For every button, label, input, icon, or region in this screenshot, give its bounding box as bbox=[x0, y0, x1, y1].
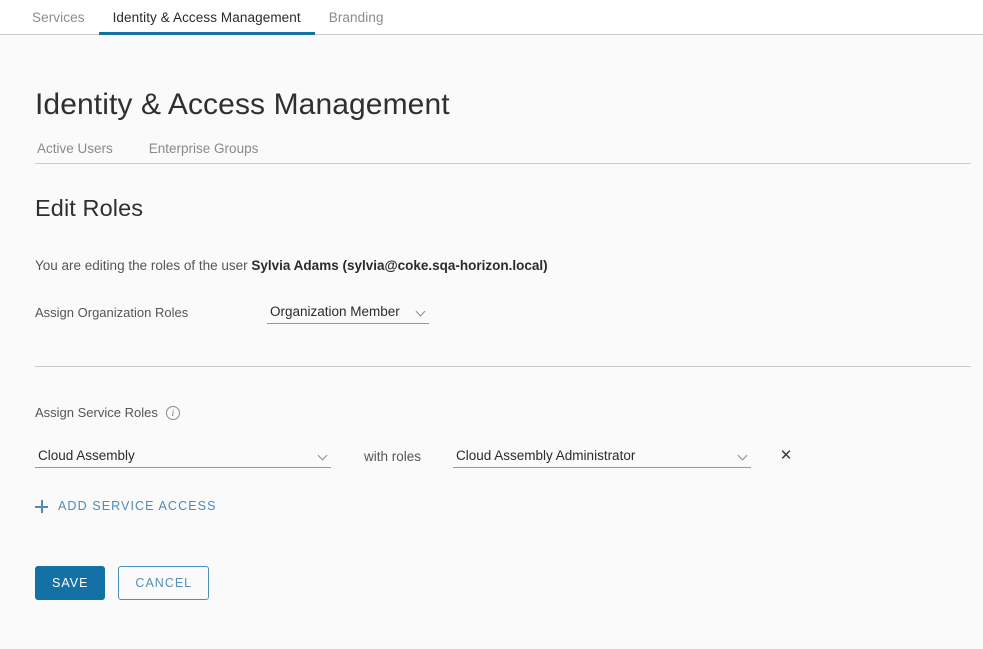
action-buttons: SAVE CANCEL bbox=[35, 565, 983, 600]
tab-services-label: Services bbox=[32, 9, 85, 25]
page-title: Identity & Access Management bbox=[35, 88, 450, 121]
assign-service-roles-header: Assign Service Roles i bbox=[35, 405, 983, 420]
organization-role-value: Organization Member bbox=[270, 304, 400, 319]
close-icon[interactable]: ✕ bbox=[776, 446, 796, 466]
edit-note-prefix: You are editing the roles of the user bbox=[35, 258, 252, 273]
subtab-enterprise-groups-label: Enterprise Groups bbox=[148, 141, 259, 156]
save-button[interactable]: SAVE bbox=[35, 565, 106, 600]
tab-branding-label: Branding bbox=[328, 9, 384, 25]
tab-branding[interactable]: Branding bbox=[315, 0, 398, 34]
add-service-access-label: ADD SERVICE ACCESS bbox=[58, 499, 217, 513]
chevron-down-icon bbox=[417, 307, 426, 316]
tab-identity-access-management[interactable]: Identity & Access Management bbox=[98, 0, 315, 35]
assign-organization-roles-label: Assign Organization Roles bbox=[35, 305, 189, 320]
plus-icon bbox=[35, 499, 48, 513]
sidebar-item-enterprise-groups[interactable]: Enterprise Groups bbox=[149, 141, 259, 156]
tab-services[interactable]: Services bbox=[18, 0, 99, 34]
service-role-row: Cloud Assembly with roles Cloud Assembly… bbox=[35, 446, 983, 468]
section-divider bbox=[35, 366, 971, 367]
subtab-active-users-label: Active Users bbox=[37, 141, 113, 156]
sidebar-item-active-users[interactable]: Active Users bbox=[37, 141, 113, 156]
role-select[interactable]: Cloud Assembly Administrator bbox=[453, 448, 751, 468]
service-select[interactable]: Cloud Assembly bbox=[35, 448, 331, 468]
role-select-value: Cloud Assembly Administrator bbox=[456, 448, 636, 463]
chevron-down-icon bbox=[739, 451, 748, 460]
chevron-down-icon bbox=[319, 451, 328, 460]
edit-note: You are editing the roles of the user Sy… bbox=[35, 258, 983, 273]
main-content: Identity & Access Management Active User… bbox=[0, 35, 983, 600]
cancel-button[interactable]: CANCEL bbox=[118, 565, 210, 600]
info-circle-icon[interactable]: i bbox=[165, 405, 180, 420]
assign-service-roles-label: Assign Service Roles bbox=[35, 405, 158, 420]
with-roles-label: with roles bbox=[364, 449, 422, 464]
tab-identity-access-management-label: Identity & Access Management bbox=[112, 9, 301, 25]
add-service-access-button[interactable]: ADD SERVICE ACCESS bbox=[35, 499, 217, 513]
top-tab-bar: Services Identity & Access Management Br… bbox=[0, 0, 983, 35]
organization-role-select[interactable]: Organization Member bbox=[267, 304, 429, 324]
sub-tab-bar: Active Users Enterprise Groups bbox=[35, 141, 971, 164]
assign-organization-roles-row: Assign Organization Roles Organization M… bbox=[35, 304, 983, 324]
edit-note-user: Sylvia Adams (sylvia@coke.sqa-horizon.lo… bbox=[251, 258, 548, 273]
section-title: Edit Roles bbox=[35, 195, 144, 221]
service-select-value: Cloud Assembly bbox=[38, 448, 135, 463]
